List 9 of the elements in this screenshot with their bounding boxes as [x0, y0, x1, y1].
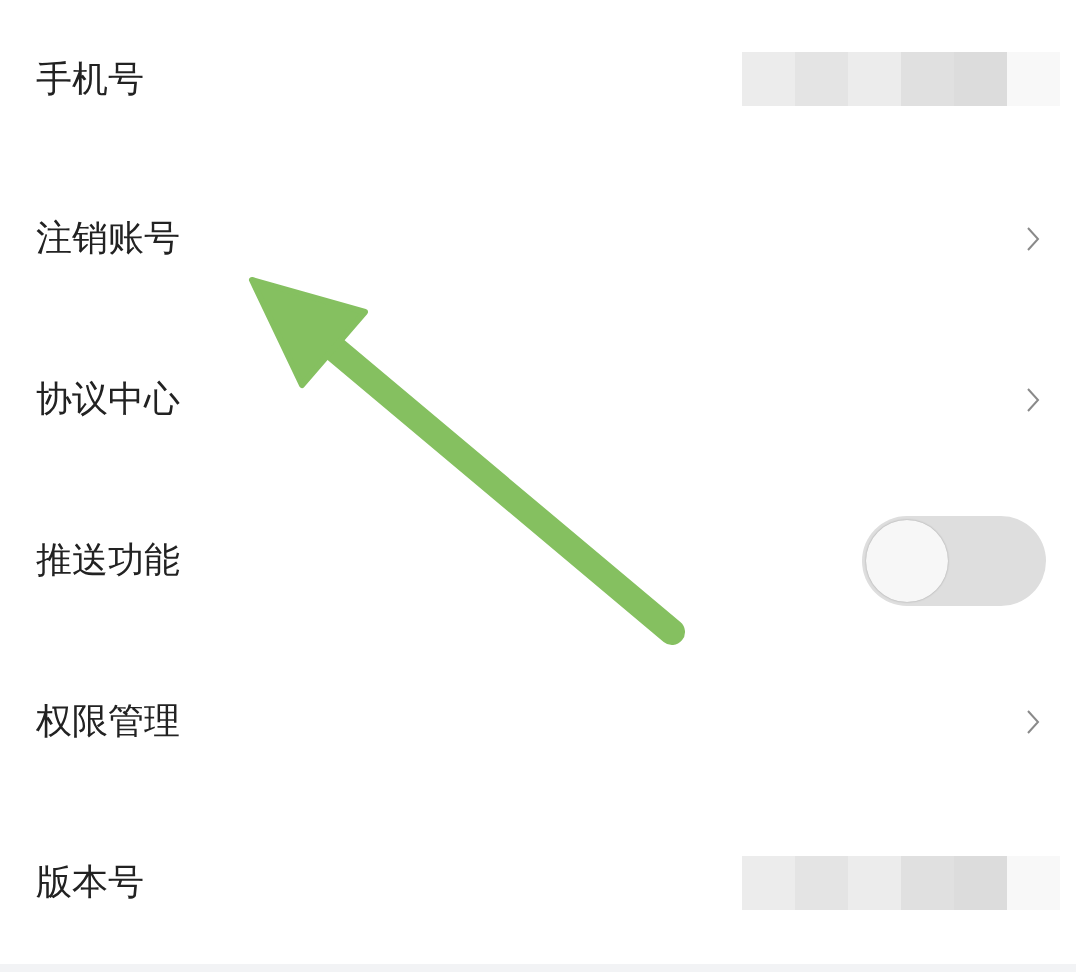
chevron-right-icon [1026, 225, 1040, 252]
chevron-right-icon [1026, 708, 1040, 735]
setting-label: 权限管理 [36, 699, 180, 743]
setting-label: 协议中心 [36, 377, 180, 421]
setting-label: 推送功能 [36, 538, 180, 582]
chevron-right-icon [1026, 386, 1040, 413]
setting-label: 注销账号 [36, 216, 180, 260]
setting-label: 手机号 [36, 56, 144, 101]
setting-label: 版本号 [36, 860, 144, 904]
